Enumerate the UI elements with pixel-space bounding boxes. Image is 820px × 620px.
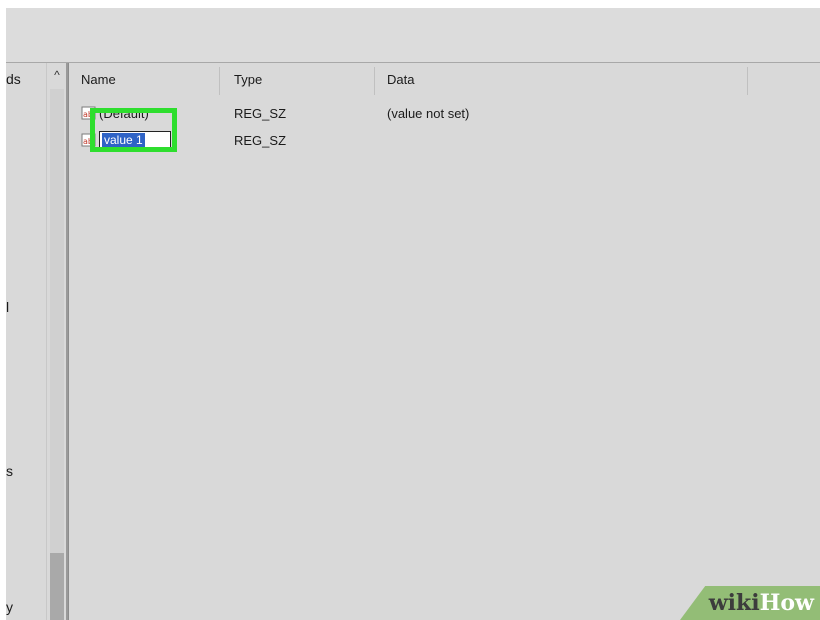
column-header-type[interactable]: Type — [234, 72, 262, 87]
toolbar-area — [6, 8, 820, 63]
scroll-track[interactable] — [50, 89, 64, 620]
column-divider[interactable] — [747, 67, 748, 95]
scroll-thumb[interactable] — [50, 553, 64, 620]
column-header-data[interactable]: Data — [387, 72, 414, 87]
value-type: REG_SZ — [234, 133, 287, 148]
values-list-pane[interactable]: Name Type Data ab (Default) REG_SZ (valu… — [68, 63, 820, 620]
scroll-up-arrow-icon[interactable]: ^ — [47, 67, 67, 83]
value-type: REG_SZ — [234, 106, 287, 121]
tree-item-fragment[interactable]: y — [6, 599, 13, 615]
column-divider[interactable] — [374, 67, 375, 95]
highlight-box — [90, 108, 177, 152]
tree-item-fragment[interactable]: s — [6, 463, 13, 479]
tree-item-fragment[interactable]: l — [6, 299, 9, 315]
registry-editor-window: ds l s y ^ Name Type Data ab (Default) R… — [6, 8, 820, 620]
column-divider[interactable] — [219, 67, 220, 95]
value-data: (value not set) — [387, 106, 470, 121]
column-header-name[interactable]: Name — [81, 72, 116, 87]
tree-scrollbar[interactable]: ^ — [46, 63, 67, 620]
tree-item-fragment[interactable]: ds — [6, 71, 21, 87]
key-tree-pane[interactable]: ds l s y — [6, 63, 46, 620]
